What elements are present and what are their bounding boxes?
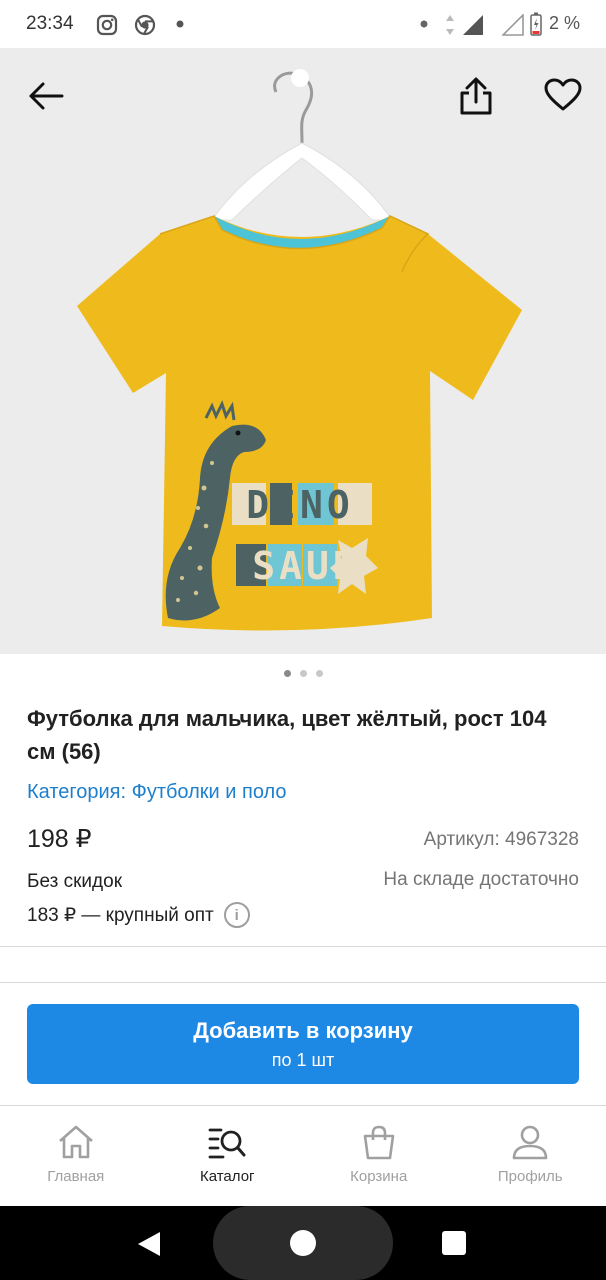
signal-icon	[463, 15, 483, 35]
nav-item-catalog[interactable]: Каталог	[152, 1106, 304, 1206]
nav-item-home[interactable]: Главная	[0, 1106, 152, 1206]
home-icon	[58, 1125, 93, 1159]
nav-label-profile: Профиль	[497, 1168, 563, 1185]
status-time: 23:34	[26, 13, 74, 34]
nav-item-profile[interactable]: Профиль	[455, 1106, 606, 1206]
data-arrows-icon	[446, 15, 454, 35]
add-to-cart-button[interactable]: Добавить в корзину по 1 шт	[27, 1004, 579, 1084]
status-bar: 23:34 2 %	[0, 0, 606, 48]
share-icon	[460, 77, 492, 115]
cart-bag-icon	[363, 1125, 395, 1160]
instagram-icon	[96, 14, 118, 36]
product-article: Артикул: 4967328	[423, 829, 579, 850]
category-link[interactable]: Категория: Футболки и поло	[27, 781, 287, 804]
battery-percent: 2 %	[548, 13, 580, 33]
share-button[interactable]	[452, 72, 500, 120]
stock-status: На складе достаточно	[383, 869, 579, 890]
dot-icon	[176, 20, 184, 28]
product-gallery[interactable]: DINO SAUR	[0, 48, 606, 654]
pagination-dot-active[interactable]	[283, 670, 291, 677]
info-icon[interactable]: i	[223, 902, 250, 928]
nav-label-cart: Корзина	[350, 1168, 408, 1185]
category-value[interactable]: Футболки и поло	[132, 781, 287, 803]
product-price: 198 ₽	[27, 825, 92, 853]
product-photo: DINO SAUR	[0, 48, 606, 654]
pagination-dot[interactable]	[299, 670, 307, 677]
nav-label-catalog: Каталог	[199, 1168, 255, 1185]
signal-empty-icon	[502, 14, 524, 36]
back-button[interactable]	[22, 72, 70, 120]
arrow-left-icon	[29, 82, 64, 110]
category-label: Категория:	[27, 781, 132, 803]
heart-outline-icon	[544, 78, 582, 111]
system-navigation-bar	[0, 1206, 606, 1280]
wholesale-price: 183 ₽ — крупный опт i	[27, 902, 250, 928]
system-back-icon[interactable]	[136, 1230, 162, 1258]
product-title: Футболка для мальчика, цвет жёлтый, рост…	[27, 706, 547, 764]
divider	[0, 982, 606, 983]
favorite-button[interactable]	[538, 70, 588, 120]
gallery-pagination	[0, 670, 606, 682]
profile-icon	[512, 1125, 548, 1160]
print-text-bottom: SAUR	[252, 544, 360, 588]
system-home-icon[interactable]	[290, 1230, 316, 1256]
add-to-cart-label: Добавить в корзину	[193, 1018, 413, 1043]
system-recents-icon[interactable]	[442, 1231, 466, 1255]
pagination-dot[interactable]	[315, 670, 323, 677]
wholesale-price-text: 183 ₽ — крупный опт	[27, 904, 214, 926]
chrome-icon	[134, 14, 156, 36]
nav-item-cart[interactable]: Корзина	[303, 1106, 455, 1206]
notification-dot-icon	[420, 20, 428, 28]
discount-status: Без скидок	[27, 871, 122, 892]
bottom-navigation: Главная Каталог Корзина Профиль	[0, 1106, 606, 1206]
battery-icon	[530, 12, 542, 36]
print-text-top: DINO	[246, 483, 354, 527]
nav-label-home: Главная	[47, 1168, 105, 1185]
divider	[0, 946, 606, 947]
catalog-search-icon	[208, 1128, 246, 1159]
add-to-cart-quantity: по 1 шт	[271, 1050, 335, 1070]
